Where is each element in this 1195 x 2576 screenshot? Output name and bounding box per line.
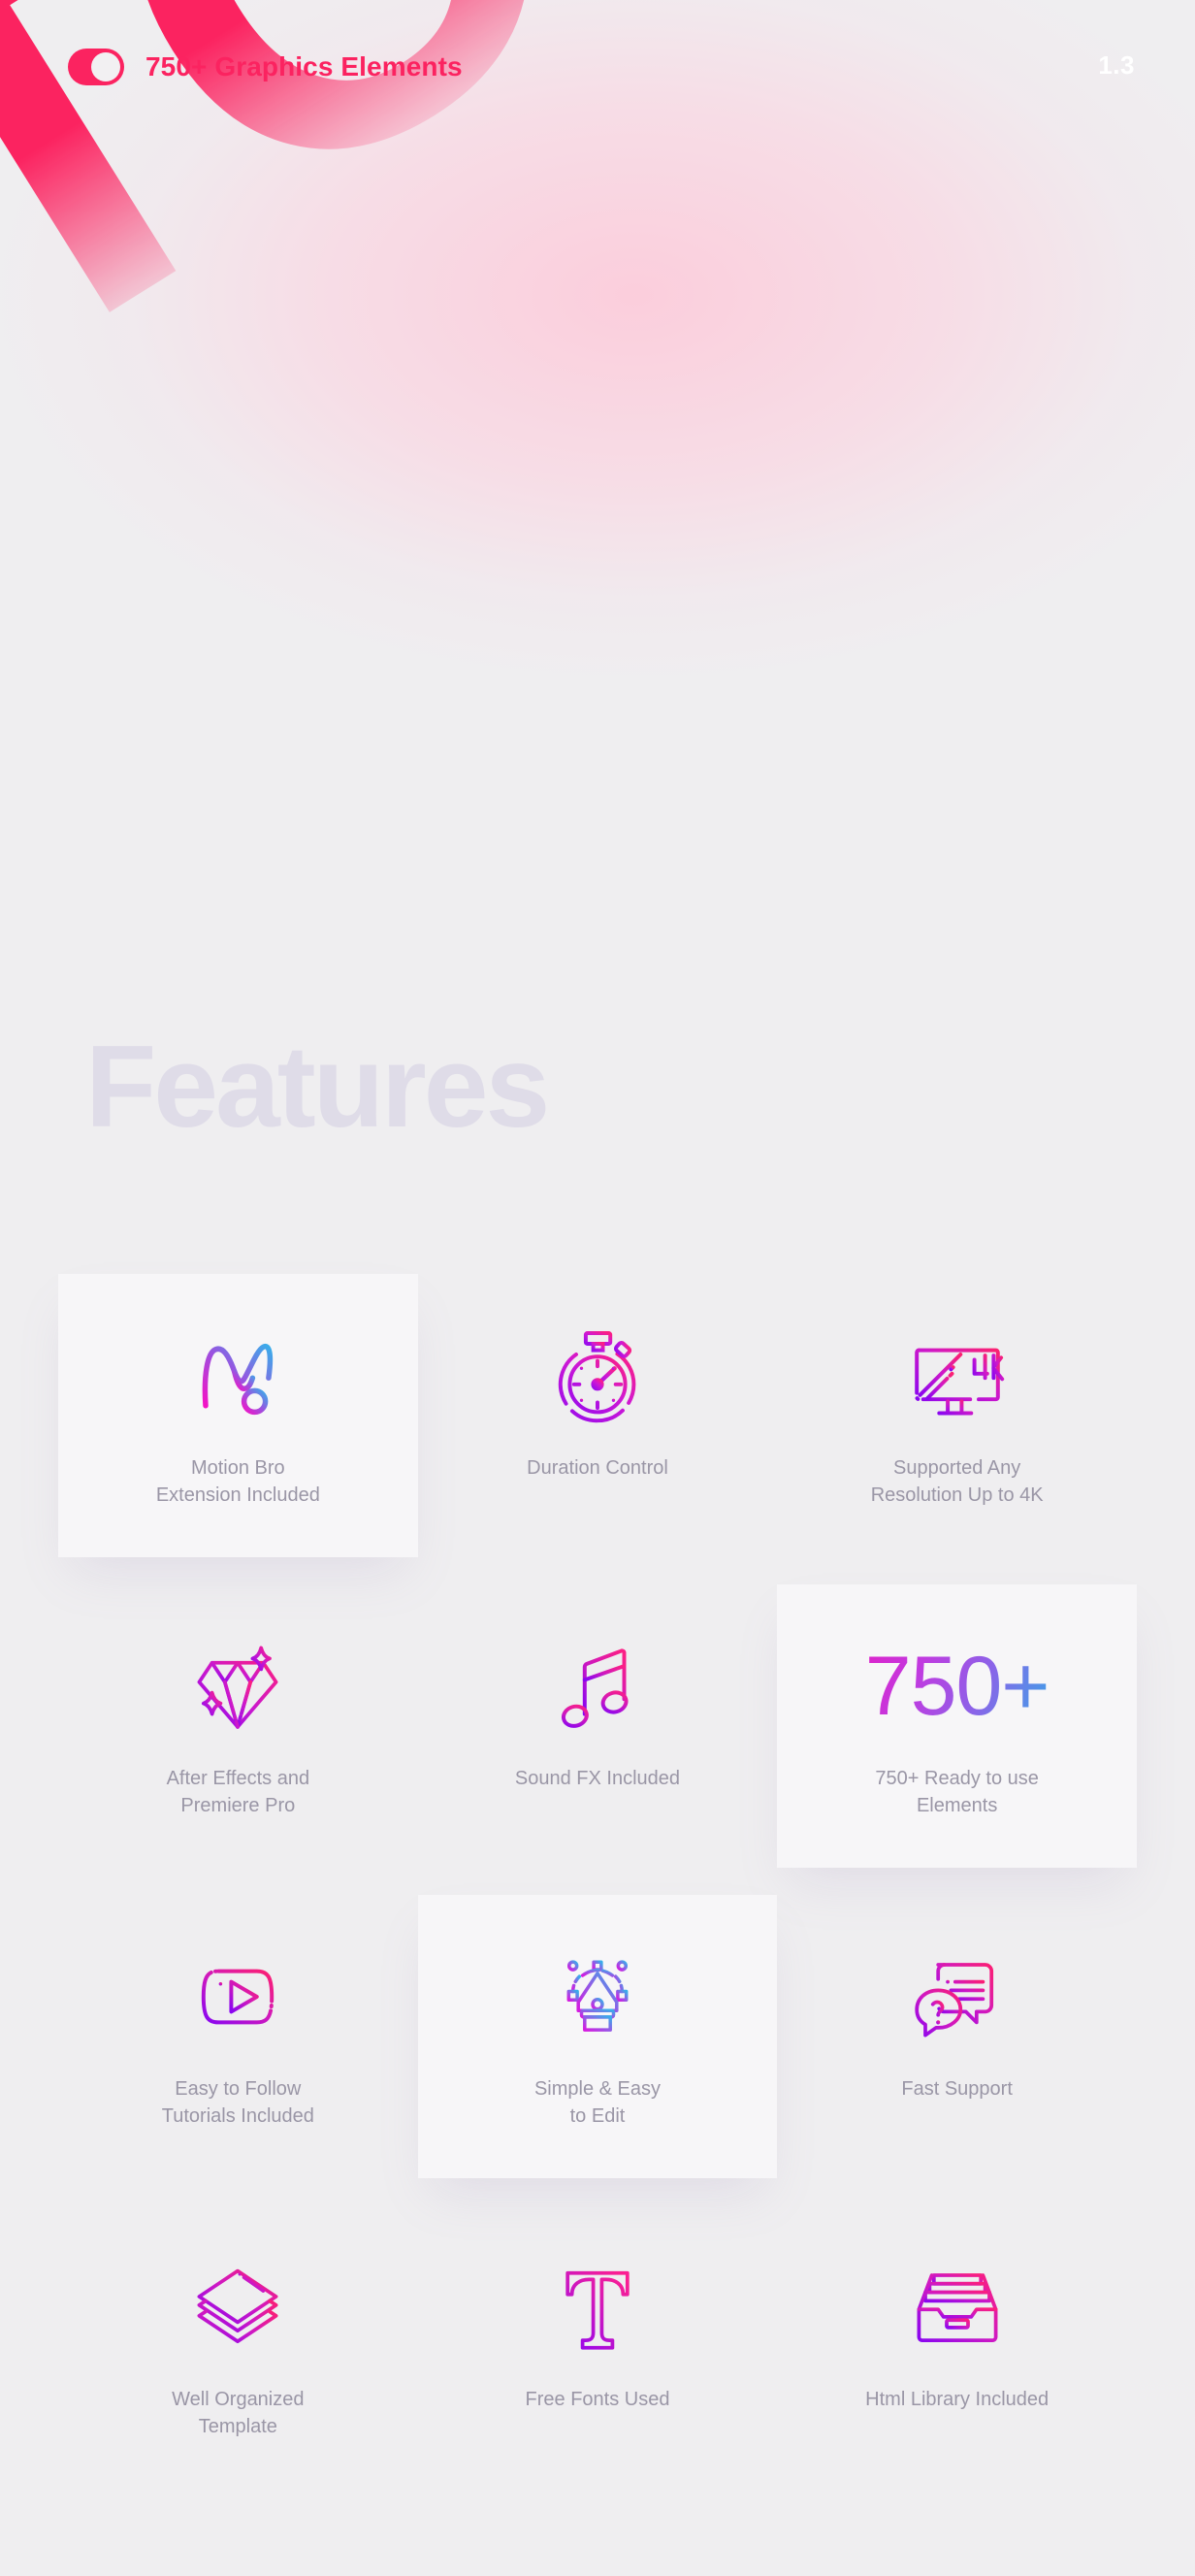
toggle-knob	[91, 52, 120, 82]
feature-label: After Effects and Premiere Pro	[166, 1768, 310, 1817]
feature-label: Free Fonts Used	[525, 2389, 670, 2410]
feature-card-fast-support[interactable]: Fast Support	[777, 1899, 1137, 2209]
music-note-icon	[544, 1633, 651, 1740]
diamond-sparkle-icon	[184, 1633, 291, 1740]
feature-card-free-fonts[interactable]: Free Fonts Used	[418, 2209, 778, 2520]
pen-tool-icon	[544, 1943, 651, 2050]
feature-label: Fast Support	[901, 2078, 1013, 2100]
feature-card-sound-fx[interactable]: Sound FX Included	[418, 1588, 778, 1899]
feature-label: 750+ Ready to use Elements	[875, 1768, 1039, 1817]
video-play-icon	[184, 1943, 291, 2050]
version-label: 1.3	[1098, 50, 1135, 80]
feature-card-after-effects-premiere[interactable]: After Effects and Premiere Pro	[58, 1588, 418, 1899]
feature-card-html-library[interactable]: Html Library Included	[777, 2209, 1137, 2520]
feature-card-resolution-4k[interactable]: Supported Any Resolution Up to 4K	[777, 1278, 1137, 1588]
feature-card-motion-bro[interactable]: Motion Bro Extension Included	[58, 1274, 418, 1588]
feature-card-tutorials[interactable]: Easy to Follow Tutorials Included	[58, 1899, 418, 2209]
top-bar: 750+ Graphics Elements 1.3	[0, 0, 1195, 93]
hero-banner: TOKO	[0, 0, 1195, 796]
feature-card-simple-easy-edit[interactable]: Simple & Easy to Edit	[417, 1895, 778, 2209]
features-heading: Features	[85, 1022, 550, 1152]
feature-card-duration-control[interactable]: Duration Control	[418, 1278, 778, 1588]
layers-stack-icon	[184, 2254, 291, 2361]
monitor-4k-icon	[904, 1322, 1011, 1429]
feature-label: Easy to Follow Tutorials Included	[161, 2078, 314, 2128]
feature-card-750-elements[interactable]: 750+ 750+ Ready to use Elements	[777, 1584, 1137, 1899]
feature-label: Sound FX Included	[514, 1768, 681, 1789]
file-tray-icon	[904, 2254, 1011, 2361]
brand-group: 750+ Graphics Elements	[68, 49, 463, 85]
motion-bro-m-icon	[184, 1322, 291, 1429]
feature-label: Motion Bro Extension Included	[155, 1457, 320, 1507]
count-750-plus: 750+	[865, 1633, 1050, 1740]
features-grid: Motion Bro Extension Included Duration C…	[0, 1274, 1195, 2520]
feature-label: Simple & Easy to Edit	[533, 2078, 662, 2128]
toggle-pill-icon[interactable]	[68, 49, 124, 85]
feature-label: Html Library Included	[865, 2389, 1050, 2410]
feature-label: Supported Any Resolution Up to 4K	[870, 1457, 1044, 1507]
feature-label: Duration Control	[527, 1457, 668, 1479]
brand-label: 750+ Graphics Elements	[145, 51, 463, 82]
feature-label: Well Organized Template	[172, 2389, 305, 2438]
feature-card-well-organized[interactable]: Well Organized Template	[58, 2209, 418, 2520]
serif-t-icon	[544, 2254, 651, 2361]
chat-question-icon	[904, 1943, 1011, 2050]
stopwatch-icon	[544, 1322, 651, 1429]
